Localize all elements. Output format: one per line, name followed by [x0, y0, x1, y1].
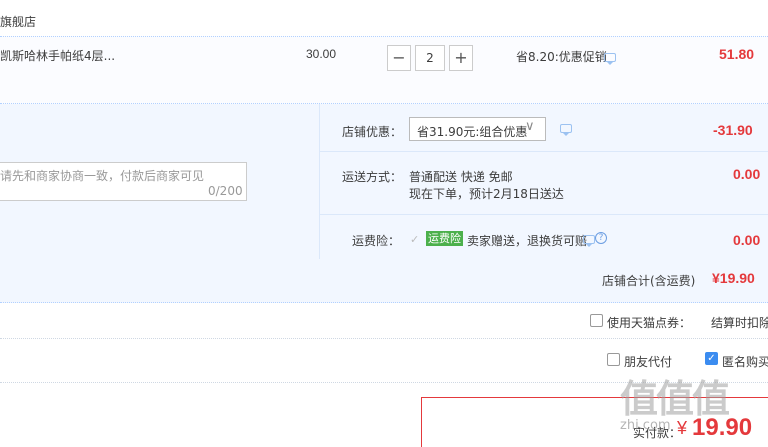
insurance-badge: 运费险	[426, 231, 463, 246]
item-row	[0, 36, 768, 104]
shipping-fee: 0.00	[733, 166, 761, 182]
insurance-label: 运费险：	[352, 234, 401, 248]
item-subtotal: 51.80	[719, 46, 755, 62]
chat-bubble-icon[interactable]	[604, 53, 616, 65]
points-note: 结算时扣除	[711, 316, 768, 330]
shipping-date: 现在下单，预计2月18日送达	[409, 187, 564, 201]
quantity-increase-button[interactable]: +	[449, 45, 473, 71]
help-icon[interactable]: ?	[595, 232, 607, 244]
use-points-label: 使用天猫点券：	[607, 316, 692, 330]
shop-name[interactable]: 旗舰店	[0, 13, 36, 30]
message-char-counter: 0/200	[208, 184, 243, 198]
anonymous-label: 匿名购买	[722, 355, 768, 369]
divider	[320, 151, 768, 152]
friend-pay-checkbox[interactable]	[607, 353, 620, 366]
shipping-label: 运送方式：	[342, 170, 403, 184]
shipping-method: 普通配送 快递 免邮	[409, 170, 513, 184]
chat-bubble-icon[interactable]	[583, 235, 595, 247]
shop-total-label: 店铺合计(含运费)	[602, 274, 696, 288]
quantity-decrease-button[interactable]: −	[387, 45, 411, 71]
anonymous-checkbox[interactable]: ✓	[705, 352, 718, 365]
divider	[320, 214, 768, 215]
seller-message-placeholder: 请先和商家协商一致，付款后商家可见	[0, 169, 205, 183]
shop-coupon-selected: 省31.90元:组合优惠	[417, 125, 528, 139]
chat-bubble-icon[interactable]	[560, 124, 572, 136]
shop-total-value: ¥19.90	[712, 270, 755, 286]
divider	[0, 338, 768, 339]
item-discount-note: 省8.20:优惠促销	[516, 50, 607, 64]
item-title-link[interactable]: 凯斯哈林手帕纸4层...	[0, 47, 115, 64]
insurance-text: 卖家赠送，退换货可赔	[467, 234, 588, 248]
coupon-amount: -31.90	[713, 122, 753, 138]
divider	[319, 104, 320, 259]
insurance-fee: 0.00	[733, 232, 761, 248]
checkmark-icon: ✓	[410, 233, 420, 246]
use-points-checkbox[interactable]	[590, 314, 603, 327]
watermark-logo: 值值值	[620, 377, 730, 421]
watermark-url: zhi.com	[620, 418, 671, 433]
unit-price: 30.00	[306, 47, 337, 61]
quantity-input[interactable]: 2	[415, 45, 445, 71]
shop-coupon-label: 店铺优惠：	[342, 125, 403, 139]
chevron-down-icon: ∨	[525, 119, 535, 134]
